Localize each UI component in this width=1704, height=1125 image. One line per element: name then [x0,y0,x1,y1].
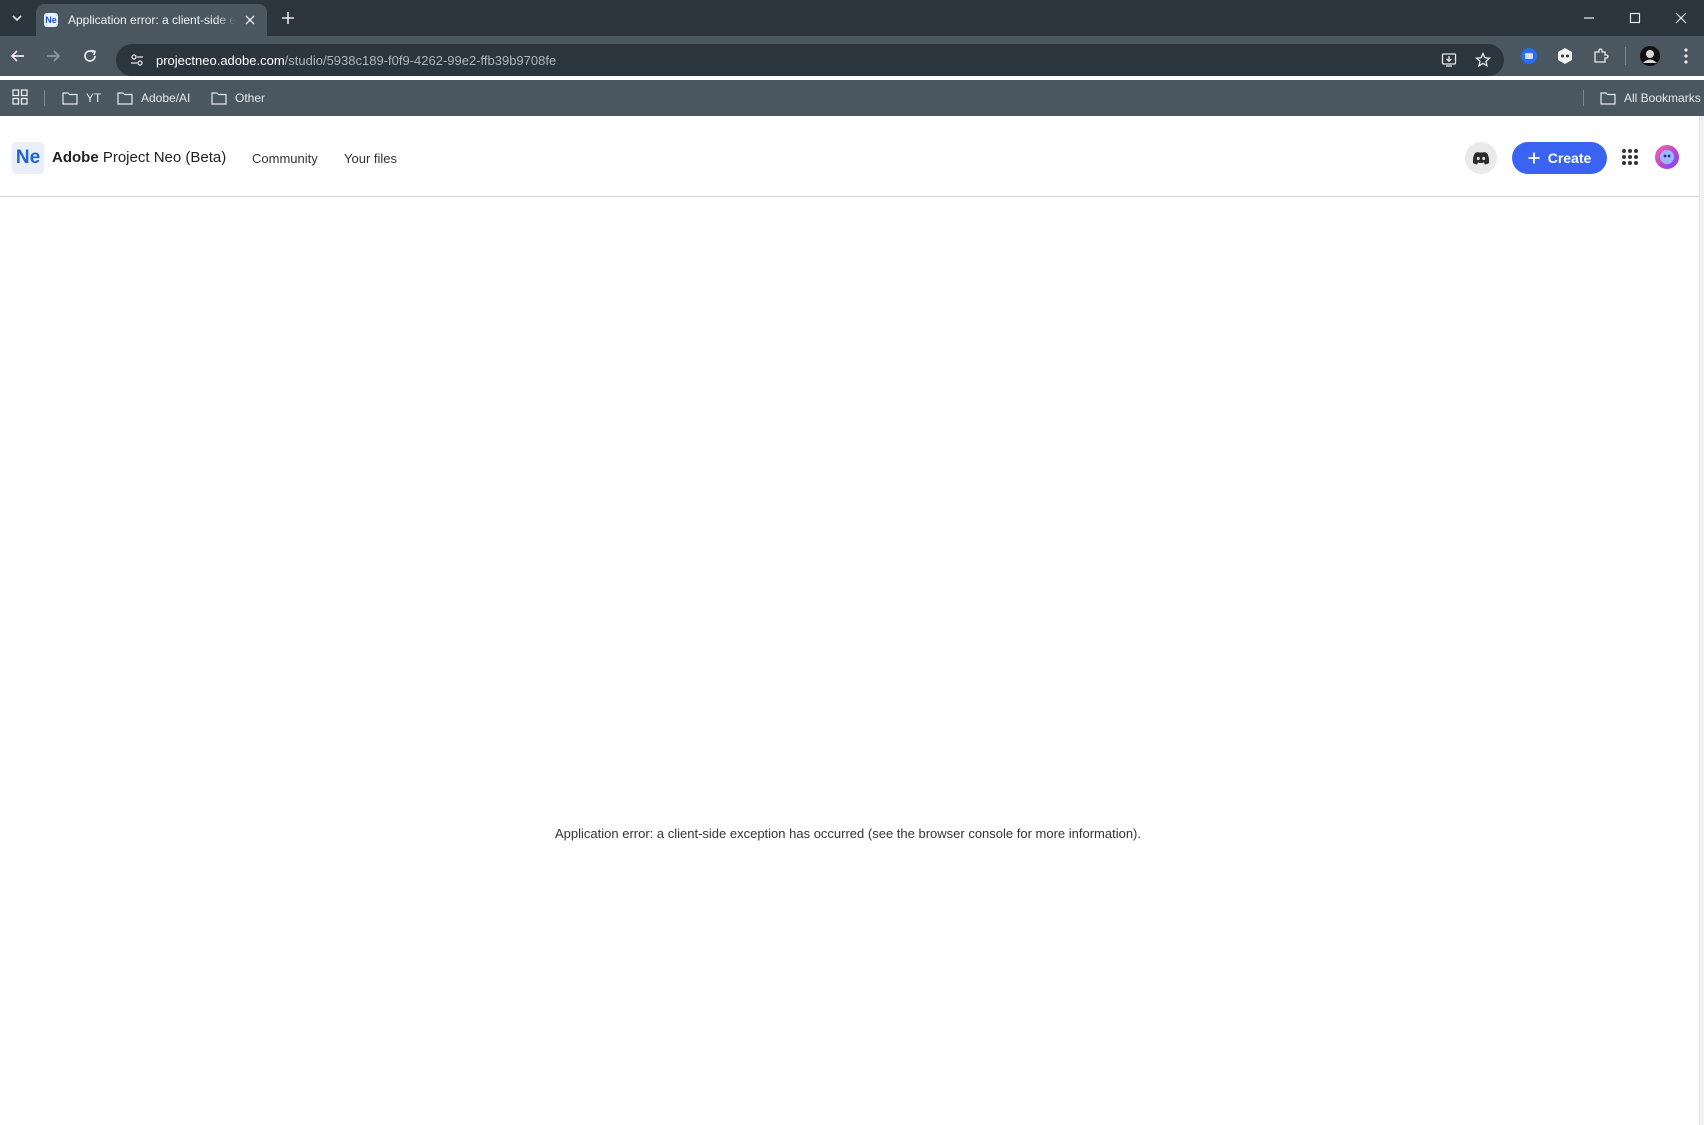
create-button[interactable]: Create [1512,142,1607,174]
tab-search-chevron-icon[interactable] [6,7,28,29]
reload-icon[interactable] [78,44,102,68]
url-text: projectneo.adobe.com/studio/5938c189-f0f… [156,53,556,68]
app-header: Ne Adobe Project Neo (Beta) Community Yo… [0,116,1699,197]
window-controls [1566,0,1704,36]
user-avatar[interactable] [1655,145,1679,174]
bookmark-folder-adobe-ai[interactable]: Adobe/AI [117,88,190,108]
extension-robot-icon[interactable] [1553,44,1577,68]
brand-name[interactable]: Adobe Project Neo (Beta) [52,149,226,166]
application-error-message: Application error: a client-side excepti… [555,826,1141,841]
discord-icon [1472,152,1490,165]
project-neo-logo[interactable]: Ne [12,142,44,174]
browser-tab[interactable]: Ne Application error: a client-side exce… [36,4,267,36]
bookmark-divider [44,90,45,106]
url-host: projectneo.adobe.com [156,52,285,68]
bookmarks-bar: YT Adobe/AI Other All Bookmarks [0,80,1704,116]
bookmark-folder-yt[interactable]: YT [62,88,101,108]
apps-grid-icon[interactable] [12,89,30,107]
folder-icon [62,92,78,105]
app-switcher-grid-icon[interactable] [1621,148,1641,168]
extension-blue-icon[interactable] [1517,44,1541,68]
tab-favicon-icon: Ne [44,13,58,27]
browser-menu-kebab-icon[interactable] [1674,44,1698,68]
tab-title: Application error: a client-side excepti… [68,13,236,27]
extensions-puzzle-icon[interactable] [1589,44,1613,68]
nav-community[interactable]: Community [252,151,318,166]
profile-avatar-icon[interactable] [1638,44,1662,68]
page-scrollbar[interactable] [1699,116,1704,1125]
address-bar[interactable]: projectneo.adobe.com/studio/5938c189-f0f… [116,44,1504,76]
tab-close-icon[interactable] [241,11,259,29]
brand-rest: Project Neo (Beta) [98,149,227,166]
tab-strip: Ne Application error: a client-side exce… [0,0,1704,36]
plus-icon [1528,152,1540,164]
bookmark-label: Adobe/AI [141,91,191,105]
bookmark-star-icon[interactable] [1472,49,1494,71]
nav-your-files[interactable]: Your files [344,151,397,166]
bookmark-folder-other[interactable]: Other [211,88,265,108]
install-app-icon[interactable] [1438,49,1460,71]
bookmark-label: Other [235,91,266,105]
all-bookmarks-folder[interactable]: All Bookmarks [1600,88,1701,108]
bookmark-divider [1583,90,1584,106]
back-arrow-icon[interactable] [6,44,30,68]
toolbar-divider [1625,47,1626,65]
site-info-tune-icon[interactable] [126,49,148,71]
create-label: Create [1547,150,1592,166]
close-window-icon[interactable] [1658,0,1704,36]
extensions-area [1511,36,1704,76]
maximize-icon[interactable] [1612,0,1658,36]
bookmark-label: YT [86,91,102,105]
brand-bold: Adobe [52,149,99,166]
all-bookmarks-label: All Bookmarks [1624,91,1701,105]
forward-arrow-icon[interactable] [41,44,65,68]
new-tab-plus-icon[interactable] [276,6,300,30]
folder-icon [117,92,133,105]
url-path: /studio/5938c189-f0f9-4262-99e2-ffb39b97… [284,52,557,68]
minimize-icon[interactable] [1566,0,1612,36]
folder-icon [1600,92,1616,105]
folder-icon [211,92,227,105]
discord-button[interactable] [1465,142,1497,174]
